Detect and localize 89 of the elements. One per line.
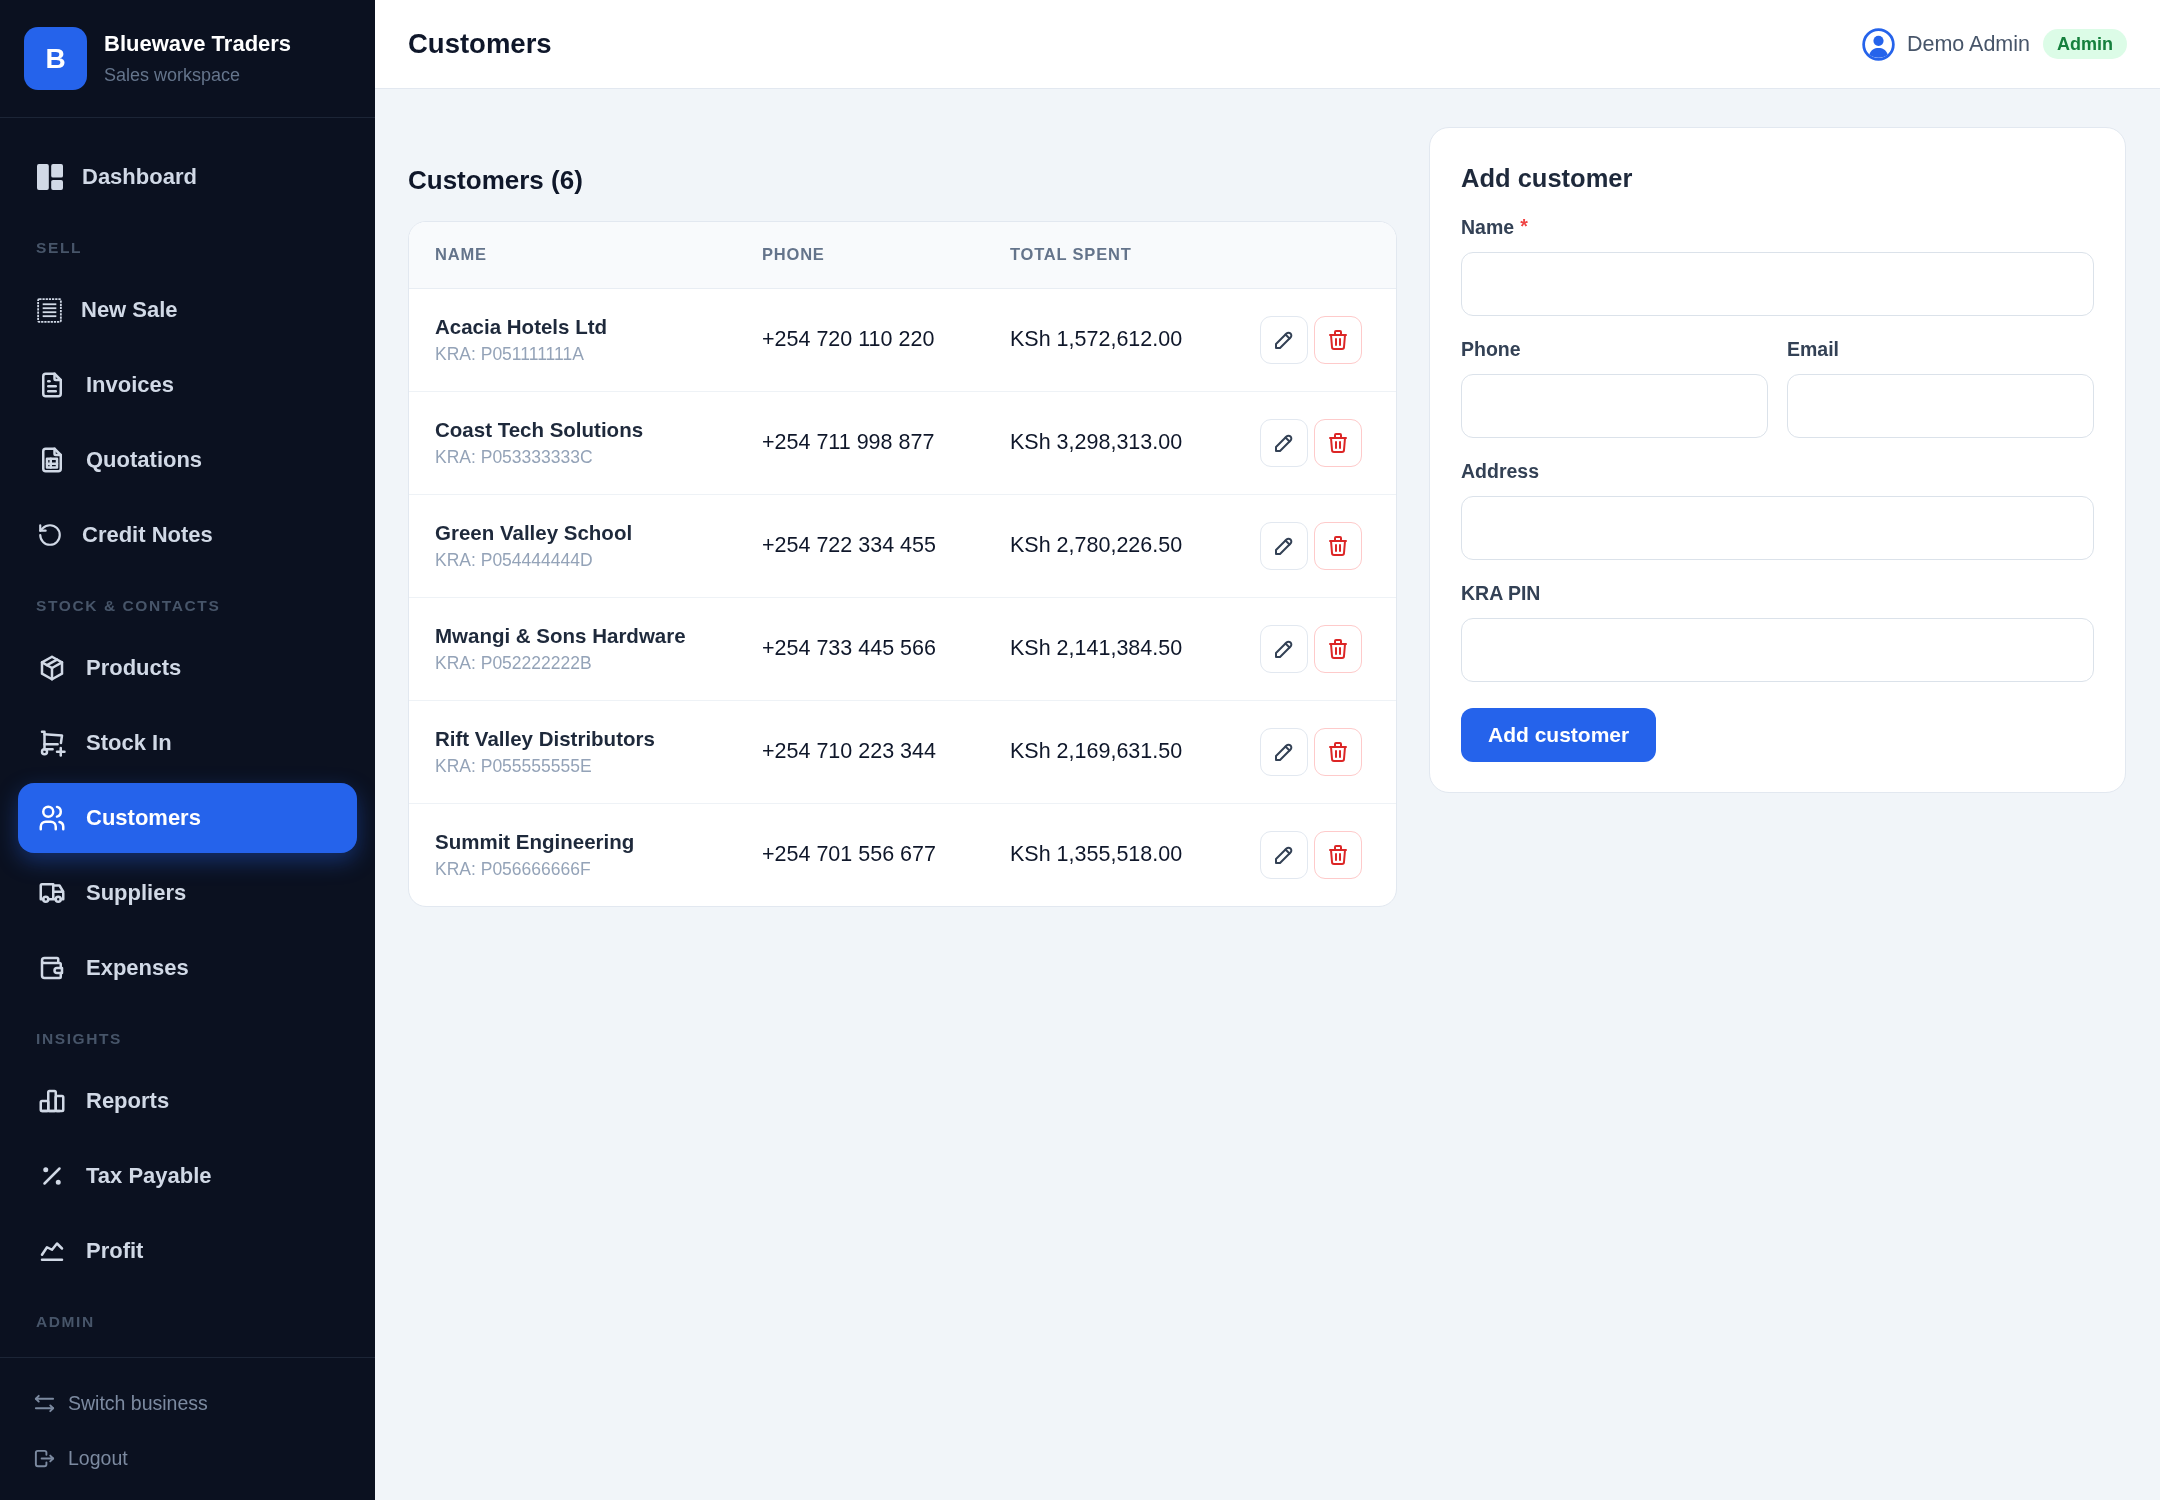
customer-name: Summit Engineering — [435, 829, 635, 854]
nav-section-label: ADMIN — [36, 1312, 95, 1332]
input-field[interactable] — [1461, 496, 2094, 560]
role-badge: Admin — [2043, 29, 2127, 59]
nav-section-label: SELL — [36, 238, 82, 258]
trash-icon — [1326, 533, 1350, 558]
nav-item[interactable]: Expenses — [18, 933, 357, 1003]
total-spent-text: KSh 1,572,612.00 — [1010, 327, 1183, 351]
nav-item[interactable]: Credit Notes — [18, 500, 357, 570]
form-title: Add customer — [1461, 163, 1633, 194]
kra-pin-text: KRA: P051111111A — [435, 343, 584, 365]
column-header: TOTAL SPENT — [984, 222, 1234, 288]
nav-section-label: INSIGHTS — [36, 1029, 122, 1049]
required-mark: * — [1520, 215, 1528, 237]
trash-icon — [1326, 842, 1350, 867]
customer-name: Coast Tech Solutions — [435, 417, 644, 442]
input-field[interactable] — [1787, 374, 2094, 438]
add-customer-button[interactable]: Add customer — [1461, 708, 1657, 762]
trash-icon — [1326, 636, 1350, 661]
input-field[interactable] — [1461, 618, 2094, 682]
dashboard-icon — [37, 164, 63, 190]
user-name: Demo Admin — [1906, 31, 2030, 57]
section-title: Customers (6) — [408, 164, 583, 196]
nav-item[interactable]: Reports — [18, 1066, 357, 1136]
nav-item[interactable]: Invoices — [18, 350, 357, 420]
nav-item[interactable]: New Sale — [18, 275, 357, 345]
kra-pin-text: KRA: P054444444D — [435, 549, 593, 571]
nav-item[interactable]: Profit — [18, 1216, 357, 1286]
field-label: Phone — [1461, 337, 1521, 361]
nav-section-label: STOCK & CONTACTS — [36, 596, 221, 616]
sidebar-link[interactable]: Switch business — [21, 1381, 220, 1425]
delete-button[interactable] — [1314, 315, 1362, 364]
kra-pin-text: KRA: P056666666F — [435, 858, 591, 880]
receipt-icon — [37, 297, 62, 323]
column-header: PHONE — [736, 222, 984, 288]
field-label: Name — [1461, 215, 1515, 239]
phone-text: +254 733 445 566 — [762, 636, 936, 660]
edit-button[interactable] — [1260, 418, 1308, 467]
input-field[interactable] — [1461, 252, 2094, 316]
delete-button[interactable] — [1314, 727, 1362, 776]
brand-name: Bluewave Traders — [104, 31, 292, 57]
customer-name: Green Valley School — [435, 520, 633, 545]
phone-text: +254 722 334 455 — [762, 533, 936, 557]
nav-item[interactable]: Customers — [18, 783, 357, 853]
edit-button[interactable] — [1260, 624, 1308, 673]
column-header: NAME — [409, 222, 736, 288]
nav-item[interactable]: Tax Payable — [18, 1141, 357, 1211]
sidebar-link[interactable]: Logout — [21, 1436, 140, 1480]
customer-name: Mwangi & Sons Hardware — [435, 623, 686, 648]
nav-item[interactable]: Quotations — [18, 425, 357, 495]
edit-button[interactable] — [1260, 830, 1308, 879]
phone-text: +254 701 556 677 — [762, 842, 936, 867]
field-label: Email — [1787, 337, 1840, 361]
customer-name: Rift Valley Distributors — [435, 726, 655, 751]
input-field[interactable] — [1461, 374, 1768, 438]
workspace-subtitle: Sales workspace — [104, 64, 241, 86]
total-spent-text: KSh 2,169,631.50 — [1010, 739, 1183, 763]
rotate-icon — [37, 522, 63, 548]
edit-button[interactable] — [1260, 315, 1308, 364]
trash-icon — [1326, 327, 1350, 352]
nav-item[interactable]: Dashboard — [18, 142, 357, 212]
phone-text: +254 720 110 220 — [762, 327, 935, 351]
trash-icon — [1326, 739, 1350, 764]
total-spent-text: KSh 2,141,384.50 — [1010, 636, 1183, 660]
kra-pin-text: KRA: P052222222B — [435, 652, 592, 674]
user-avatar-icon — [1861, 27, 1895, 61]
delete-button[interactable] — [1314, 830, 1362, 879]
kra-pin-text: KRA: P055555555E — [435, 755, 592, 777]
trash-icon — [1326, 430, 1350, 455]
total-spent-text: KSh 1,355,518.00 — [1010, 842, 1183, 867]
nav-item[interactable]: Suppliers — [18, 858, 357, 928]
nav-item[interactable]: Products — [18, 633, 357, 703]
users-icon — [37, 803, 67, 833]
total-spent-text: KSh 3,298,313.00 — [1010, 430, 1183, 454]
delete-button[interactable] — [1314, 624, 1362, 673]
kra-pin-text: KRA: P053333333C — [435, 446, 593, 468]
customer-name: Acacia Hotels Ltd — [435, 314, 608, 339]
delete-button[interactable] — [1314, 418, 1362, 467]
field-label: Address — [1461, 459, 1540, 483]
phone-text: +254 711 998 877 — [762, 430, 935, 454]
edit-button[interactable] — [1260, 521, 1308, 570]
phone-text: +254 710 223 344 — [762, 739, 936, 763]
page-title: Customers — [408, 28, 552, 60]
total-spent-text: KSh 2,780,226.50 — [1010, 533, 1183, 557]
nav-item[interactable]: Stock In — [18, 708, 357, 778]
delete-button[interactable] — [1314, 521, 1362, 570]
edit-button[interactable] — [1260, 727, 1308, 776]
field-label: KRA PIN — [1461, 581, 1541, 605]
brand-logo: B — [24, 27, 87, 90]
